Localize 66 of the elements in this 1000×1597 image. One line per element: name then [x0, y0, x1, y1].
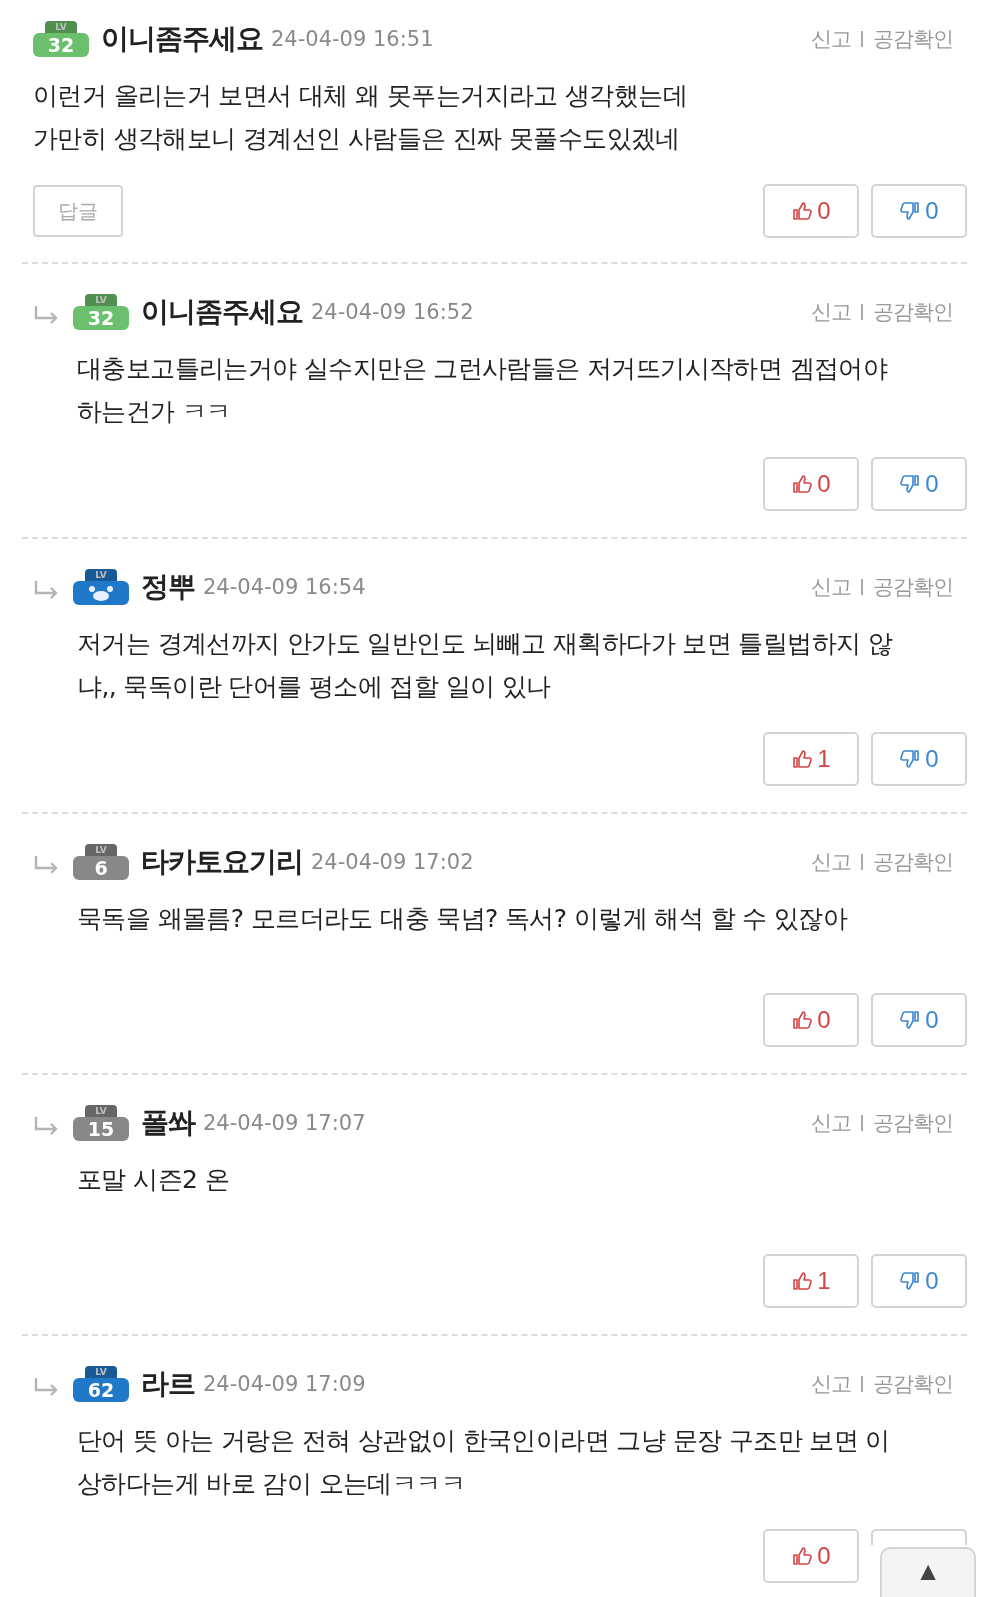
thumbs-down-icon [899, 1271, 922, 1291]
badge-number: 32 [33, 33, 89, 57]
dislike-button[interactable]: 0 [871, 1254, 967, 1308]
badge-number: 6 [73, 856, 129, 880]
action-link[interactable]: 신고 [811, 298, 851, 326]
comment-date: 24-04-09 17:09 [203, 1372, 366, 1396]
action-link[interactable]: 공감확인 [873, 1109, 953, 1137]
author-name: 타카토요기리 [141, 844, 303, 880]
badge-label: LV [45, 21, 77, 33]
action-link[interactable]: 공감확인 [873, 298, 953, 326]
action-link[interactable]: 공감확인 [873, 573, 953, 601]
comment-date: 24-04-09 16:51 [271, 27, 434, 51]
comment-date: 24-04-09 16:54 [203, 575, 366, 599]
like-button[interactable]: 0 [763, 993, 859, 1047]
comment-text: 묵독을 왜몰름? 모르더라도 대충 묵념? 독서? 이렇게 해석 할 수 있잖아 [77, 903, 849, 935]
action-link[interactable]: 공감확인 [873, 848, 953, 876]
action-link[interactable]: 신고 [811, 573, 851, 601]
dislike-button[interactable]: 0 [871, 184, 967, 238]
like-button[interactable]: 0 [763, 1529, 859, 1583]
action-link[interactable]: 신고 [811, 25, 851, 53]
action-link[interactable]: 신고 [811, 848, 851, 876]
like-button[interactable]: 0 [763, 457, 859, 511]
like-button[interactable]: 1 [763, 1254, 859, 1308]
badge-label: LV [85, 569, 117, 581]
comment-text: 대충보고틀리는거야 실수지만은 그런사람들은 저거뜨기시작하면 겜접어야 하는건가 ㅋㅋ [77, 353, 889, 428]
comment-date: 24-04-09 17:02 [311, 850, 474, 874]
author-name: 폴쏴 [141, 1105, 195, 1141]
comment-text: 이런거 올리는거 보면서 대체 왜 못푸는거지라고 생각했는데 가만히 생각해보니 경계선인 사람들은 진짜 못풀수도있겠네 [33, 80, 689, 155]
action-link[interactable]: 신고 [811, 1370, 851, 1398]
comment-text: 단어 뜻 아는 거랑은 전혀 상관없이 한국인이라면 그냥 문장 구조만 보면 이 상하다는게 바로 감이 오는데ㅋㅋㅋ [77, 1425, 891, 1500]
thumbs-up-icon [791, 749, 814, 769]
badge-label: LV [85, 294, 117, 306]
badge-label: LV [85, 1366, 117, 1378]
action-link[interactable]: 신고 [811, 1109, 851, 1137]
thumbs-up-icon [791, 1271, 814, 1291]
author-name: 라르 [141, 1366, 195, 1402]
dislike-button[interactable]: 0 [871, 732, 967, 786]
badge-label: LV [85, 844, 117, 856]
thumbs-up-icon [791, 474, 814, 494]
badge-number: 62 [73, 1378, 129, 1402]
comment-date: 24-04-09 17:07 [203, 1111, 366, 1135]
thumbs-down-icon [899, 201, 922, 221]
badge-label: LV [85, 1105, 117, 1117]
reply-button[interactable]: 답글 [33, 185, 123, 237]
comment-text: 포말 시즌2 온 [77, 1164, 230, 1196]
dislike-button[interactable]: 0 [871, 457, 967, 511]
comment-date: 24-04-09 16:52 [311, 300, 474, 324]
thumbs-up-icon [791, 1546, 814, 1566]
thumbs-up-icon [791, 201, 814, 221]
badge-number: 32 [73, 306, 129, 330]
author-name: 정뿌 [141, 569, 195, 605]
thumbs-down-icon [899, 1010, 922, 1030]
action-link[interactable]: 공감확인 [873, 25, 953, 53]
comment-text: 저거는 경계선까지 안가도 일반인도 뇌빼고 재획하다가 보면 틀릴법하지 않 냐,, 묵독이란 단어를 평소에 접할 일이 있나 [77, 628, 894, 703]
action-link[interactable]: 공감확인 [873, 1370, 953, 1398]
scroll-top-button[interactable]: ▲ [880, 1547, 976, 1597]
dislike-button[interactable] [871, 1529, 967, 1545]
badge-number: 15 [73, 1117, 129, 1141]
author-name: 이니좀주세요 [101, 21, 263, 57]
like-button[interactable]: 0 [763, 184, 859, 238]
dislike-button[interactable]: 0 [871, 993, 967, 1047]
like-button[interactable]: 1 [763, 732, 859, 786]
author-name: 이니좀주세요 [141, 294, 303, 330]
thumbs-down-icon [899, 474, 922, 494]
thumbs-down-icon [899, 749, 922, 769]
thumbs-up-icon [791, 1010, 814, 1030]
